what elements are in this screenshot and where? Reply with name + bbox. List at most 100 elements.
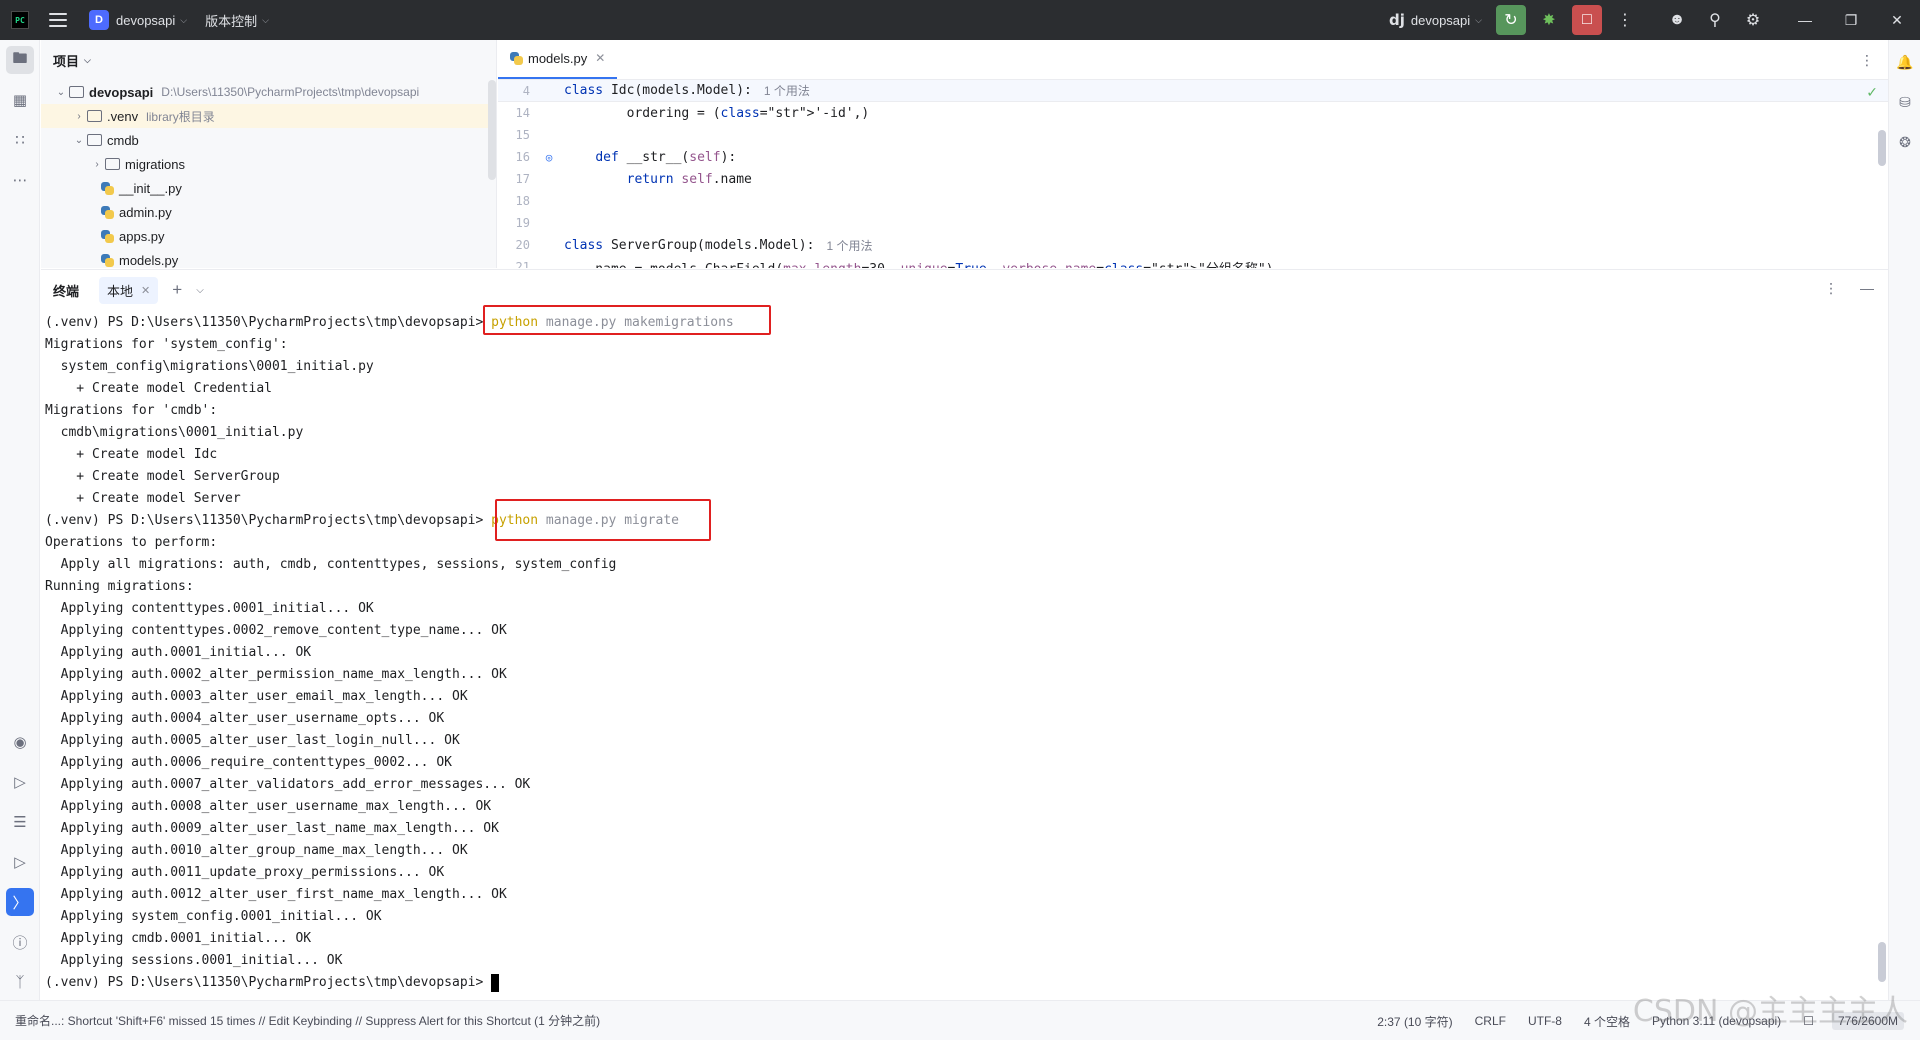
- terminal-output[interactable]: (.venv) PS D:\Users\11350\PycharmProject…: [45, 312, 734, 994]
- chevron-down-icon[interactable]: ⌵: [180, 15, 187, 26]
- folder-icon: [69, 86, 84, 98]
- file-encoding[interactable]: UTF-8: [1528, 1014, 1562, 1028]
- inspection-ok-icon[interactable]: ✓: [1866, 84, 1878, 101]
- database-icon[interactable]: ⛁: [1893, 90, 1917, 114]
- code-line[interactable]: 15: [498, 124, 1888, 146]
- chevron-down-icon[interactable]: ⌵: [262, 15, 269, 26]
- chevron-down-icon[interactable]: ⌄: [53, 87, 69, 98]
- caret-position[interactable]: 2:37 (10 字符): [1377, 1013, 1452, 1030]
- terminal-header: 终端 本地 ✕ + ⌵ ⋮ —: [41, 270, 1888, 310]
- add-user-icon[interactable]: ☻: [1662, 5, 1692, 35]
- code-line[interactable]: 14 ordering = (class="str">'-id',): [498, 102, 1888, 124]
- run-icon[interactable]: ▷: [6, 768, 34, 796]
- close-icon[interactable]: ✕: [1874, 0, 1920, 40]
- chevron-down-icon[interactable]: ⌵: [196, 285, 204, 296]
- scrollbar[interactable]: [1878, 130, 1886, 166]
- django-icon: dj: [1389, 11, 1405, 29]
- terminal-tab-local[interactable]: 本地 ✕: [99, 276, 159, 304]
- stop-icon[interactable]: □: [1572, 5, 1602, 35]
- more-icon[interactable]: ⋮: [1824, 280, 1838, 296]
- tree-item[interactable]: admin.py: [41, 200, 496, 224]
- chevron-down-icon[interactable]: ⌵: [1475, 15, 1482, 26]
- terminal-icon[interactable]: 〉: [6, 888, 34, 916]
- line-separator[interactable]: CRLF: [1475, 1014, 1506, 1028]
- notifications-icon[interactable]: 🔔: [1893, 50, 1917, 74]
- close-tab-icon[interactable]: ✕: [141, 284, 150, 297]
- tree-item-hint: library根目录: [146, 109, 215, 124]
- terminal-line: Applying contenttypes.0002_remove_conten…: [45, 623, 507, 638]
- code-line[interactable]: 20 class ServerGroup(models.Model): 1 个用法: [498, 234, 1888, 256]
- tree-item-label: cmdb: [107, 132, 139, 148]
- tree-item[interactable]: ⌄ devopsapi D:\Users\11350\PycharmProjects…: [41, 80, 496, 104]
- chevron-right-icon[interactable]: ›: [71, 111, 87, 122]
- project-folder-icon[interactable]: 🖿: [6, 46, 34, 74]
- terminal-line: Applying cmdb.0001_initial... OK: [45, 931, 312, 946]
- chevron-right-icon[interactable]: ›: [89, 159, 105, 170]
- terminal-line: Applying auth.0009_alter_user_last_name_…: [45, 821, 499, 836]
- layers-icon[interactable]: ☰: [6, 808, 34, 836]
- search-icon[interactable]: ⚲: [1700, 5, 1730, 35]
- more-icon[interactable]: ⋮: [1610, 5, 1640, 35]
- scrollbar[interactable]: [1878, 942, 1886, 982]
- terminal-line: Applying auth.0003_alter_user_email_max_…: [45, 689, 468, 704]
- more-tools-icon[interactable]: ⋯: [6, 166, 34, 194]
- code-line[interactable]: 16 ◎ def __str__(self):: [498, 146, 1888, 168]
- terminal-options: ⋮ —: [1824, 280, 1874, 297]
- line-number: 17: [515, 172, 530, 186]
- code-text: return self.name: [626, 171, 752, 187]
- code-line[interactable]: 21 name = models.CharField(max_length=30…: [498, 256, 1888, 268]
- rerun-icon[interactable]: ↻: [1496, 5, 1526, 35]
- gear-icon[interactable]: ⚙: [1738, 5, 1768, 35]
- title-bar: PC D devopsapi ⌵ 版本控制 ⌵ dj devopsapi ⌵ ↻…: [0, 0, 1920, 40]
- status-message[interactable]: 重命名...: Shortcut 'Shift+F6' missed 15 ti…: [15, 1012, 600, 1029]
- services-icon[interactable]: ▷: [6, 848, 34, 876]
- line-number: 4: [522, 83, 530, 98]
- vcs-dropdown[interactable]: 版本控制: [205, 11, 257, 30]
- problems-icon[interactable]: ⓘ: [6, 928, 34, 956]
- tree-item[interactable]: ⌄ cmdb: [41, 128, 496, 152]
- line-number: 20: [515, 238, 530, 252]
- terminal-line: + Create model ServerGroup: [45, 469, 280, 484]
- run-config-dropdown[interactable]: devopsapi: [1411, 13, 1470, 28]
- indent-setting[interactable]: 4 个空格: [1584, 1013, 1630, 1030]
- python-console-icon[interactable]: ◉: [6, 728, 34, 756]
- debug-icon[interactable]: ✸: [1534, 5, 1564, 35]
- git-icon[interactable]: ᛉ: [6, 968, 34, 996]
- structure-icon[interactable]: ▦: [6, 86, 34, 114]
- lock-icon[interactable]: ☐: [1803, 1014, 1814, 1028]
- usage-hint[interactable]: 1 个用法: [826, 237, 872, 254]
- new-tab-plus-icon[interactable]: +: [172, 280, 182, 300]
- restore-icon[interactable]: ❐: [1828, 0, 1874, 40]
- code-line[interactable]: 18: [498, 190, 1888, 212]
- override-marker-icon[interactable]: ◎: [534, 151, 564, 164]
- project-name-dropdown[interactable]: devopsapi: [116, 13, 175, 28]
- chevron-down-icon[interactable]: ⌄: [71, 135, 87, 146]
- sticky-line[interactable]: 4 class Idc(models.Model): 1 个用法: [498, 80, 1888, 102]
- python-interpreter[interactable]: Python 3.11 (devopsapi): [1652, 1014, 1781, 1028]
- tree-item[interactable]: apps.py: [41, 224, 496, 248]
- tree-item[interactable]: › .venv library根目录: [41, 104, 496, 128]
- code-line[interactable]: 17 return self.name: [498, 168, 1888, 190]
- project-tree: ⌄ devopsapi D:\Users\11350\PycharmProjects…: [41, 80, 496, 268]
- code-area[interactable]: 4 class Idc(models.Model): 1 个用法 14 orde…: [498, 80, 1888, 268]
- chevron-down-icon[interactable]: ⌵: [84, 55, 91, 66]
- usage-hint[interactable]: 1 个用法: [764, 82, 810, 99]
- tree-item[interactable]: › migrations: [41, 152, 496, 176]
- tree-item[interactable]: models.py: [41, 248, 496, 268]
- django-structure-icon[interactable]: ∷: [6, 126, 34, 154]
- tree-item[interactable]: __init__.py: [41, 176, 496, 200]
- minimize-icon[interactable]: —: [1782, 0, 1828, 40]
- hide-panel-icon[interactable]: —: [1860, 280, 1874, 296]
- close-tab-icon[interactable]: ✕: [595, 51, 605, 65]
- code-keyword: class: [564, 83, 611, 98]
- hamburger-menu-icon[interactable]: [49, 13, 67, 27]
- project-badge[interactable]: D: [89, 10, 109, 30]
- ai-assistant-icon[interactable]: ❂: [1893, 130, 1917, 154]
- memory-indicator[interactable]: 776/2600M: [1831, 1012, 1904, 1030]
- scrollbar[interactable]: [488, 80, 496, 180]
- more-icon[interactable]: ⋮: [1860, 52, 1874, 69]
- tab-models-py[interactable]: models.py ✕: [498, 40, 618, 79]
- terminal-line: Applying auth.0007_alter_validators_add_…: [45, 777, 531, 792]
- project-panel-header[interactable]: 项目 ⌵: [41, 40, 496, 80]
- code-line[interactable]: 19: [498, 212, 1888, 234]
